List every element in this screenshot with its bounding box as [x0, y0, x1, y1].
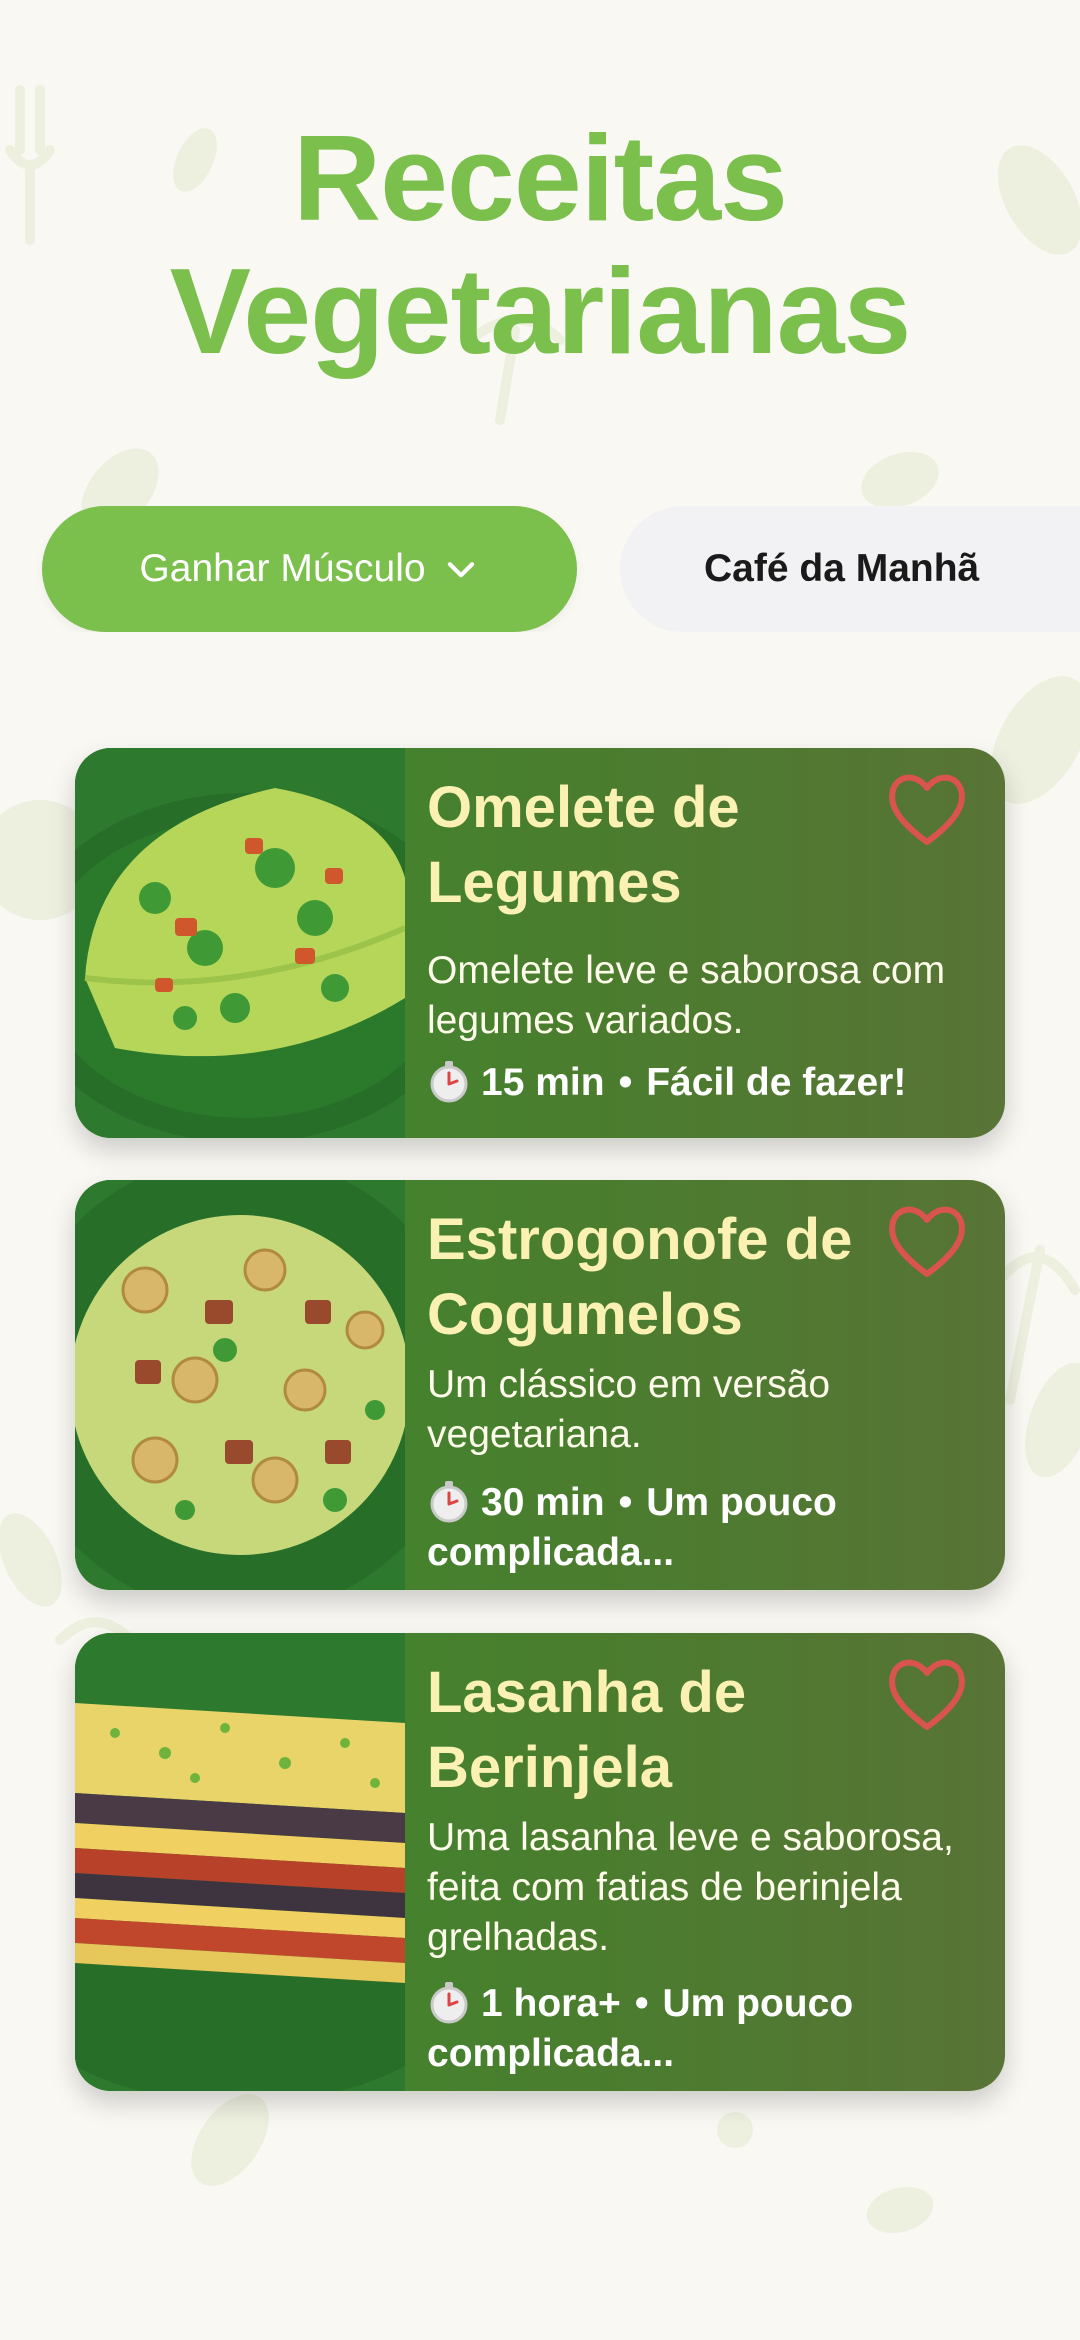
- recipe-title: Omelete de Legumes: [427, 775, 740, 915]
- separator-dot: •: [618, 1481, 633, 1524]
- recipe-meta: 30 min • Um pouco complicada...: [427, 1478, 987, 1578]
- stroganoff-image-icon: [75, 1180, 405, 1590]
- recipe-time: 30 min: [481, 1481, 605, 1524]
- separator-dot: •: [618, 1061, 633, 1104]
- recipe-image: [75, 1180, 405, 1590]
- stopwatch-icon: [430, 1982, 468, 2024]
- heart-icon[interactable]: [885, 770, 969, 850]
- heart-icon[interactable]: [885, 1202, 969, 1282]
- recipe-difficulty: Fácil de fazer!: [646, 1061, 907, 1104]
- heart-icon[interactable]: [885, 1655, 969, 1735]
- filter-chips: Ganhar Músculo Café da Manhã: [0, 506, 1080, 632]
- recipe-description: Omelete leve e saborosa com legumes vari…: [427, 949, 946, 1042]
- recipe-image: [75, 748, 405, 1138]
- recipe-title: Lasanha de Berinjela: [427, 1660, 747, 1800]
- page-title-line-1: Receitas: [293, 110, 788, 246]
- goal-filter-dropdown[interactable]: Ganhar Músculo: [42, 506, 577, 632]
- recipes-screen: Receitas Vegetarianas Ganhar Músculo Caf…: [0, 0, 1080, 2340]
- recipe-card-body: Omelete de Legumes Omelete leve e saboro…: [427, 748, 987, 1138]
- recipe-image: [75, 1633, 405, 2091]
- recipe-card[interactable]: Estrogonofe de Cogumelos Um clássico em …: [75, 1180, 1005, 1590]
- separator-dot: •: [634, 1982, 649, 2025]
- stopwatch-icon: [430, 1061, 468, 1103]
- recipe-card-body: Lasanha de Berinjela Uma lasanha leve e …: [427, 1633, 987, 2091]
- page-title-line-2: Vegetarianas: [169, 243, 912, 379]
- recipe-description: Um clássico em versão vegetariana.: [427, 1363, 831, 1456]
- omelette-image-icon: [75, 748, 405, 1138]
- chevron-down-icon: [447, 562, 474, 578]
- recipe-meta: 1 hora+ • Um pouco complicada...: [427, 1979, 987, 2079]
- recipe-description: Uma lasanha leve e saborosa, feita com f…: [427, 1816, 954, 1959]
- recipe-meta: 15 min • Fácil de fazer!: [427, 1058, 987, 1108]
- lasagna-image-icon: [75, 1633, 405, 2091]
- recipe-time: 1 hora+: [481, 1982, 621, 2025]
- recipe-card-body: Estrogonofe de Cogumelos Um clássico em …: [427, 1180, 987, 1590]
- meal-filter-label: Café da Manhã: [704, 547, 980, 590]
- meal-filter-chip[interactable]: Café da Manhã: [620, 506, 1080, 632]
- stopwatch-icon: [430, 1481, 468, 1523]
- recipe-title: Estrogonofe de Cogumelos: [427, 1207, 853, 1347]
- recipe-time: 15 min: [481, 1061, 605, 1104]
- goal-filter-label: Ganhar Músculo: [139, 547, 426, 590]
- recipe-card[interactable]: Omelete de Legumes Omelete leve e saboro…: [75, 748, 1005, 1138]
- recipe-card[interactable]: Lasanha de Berinjela Uma lasanha leve e …: [75, 1633, 1005, 2091]
- page-title: Receitas Vegetarianas: [0, 112, 1080, 378]
